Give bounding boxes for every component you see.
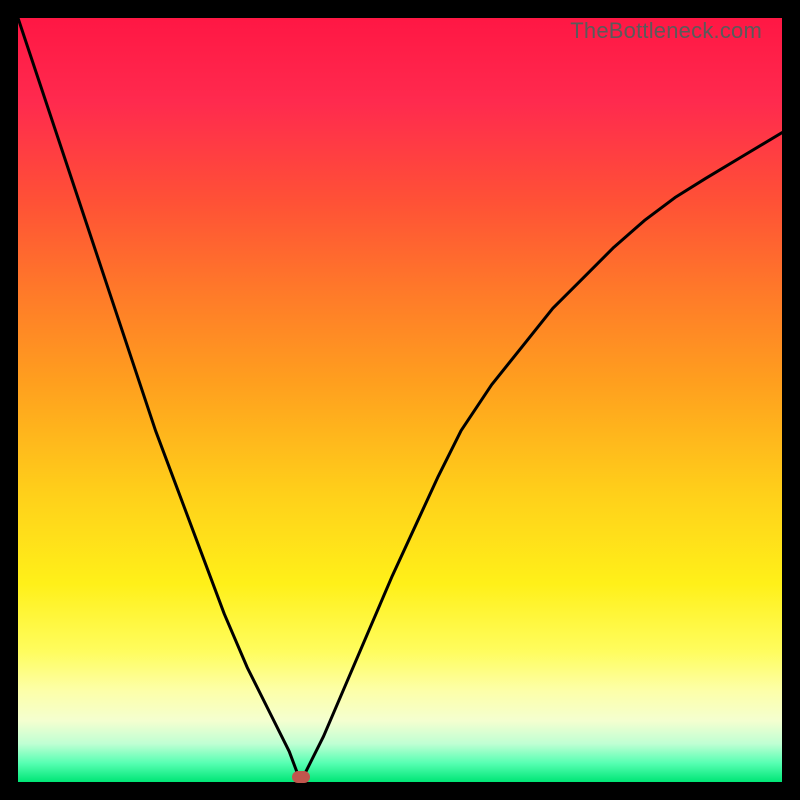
bottleneck-curve <box>18 18 782 782</box>
plot-area: TheBottleneck.com <box>18 18 782 782</box>
watermark-text: TheBottleneck.com <box>570 18 762 44</box>
minimum-marker <box>292 771 310 783</box>
